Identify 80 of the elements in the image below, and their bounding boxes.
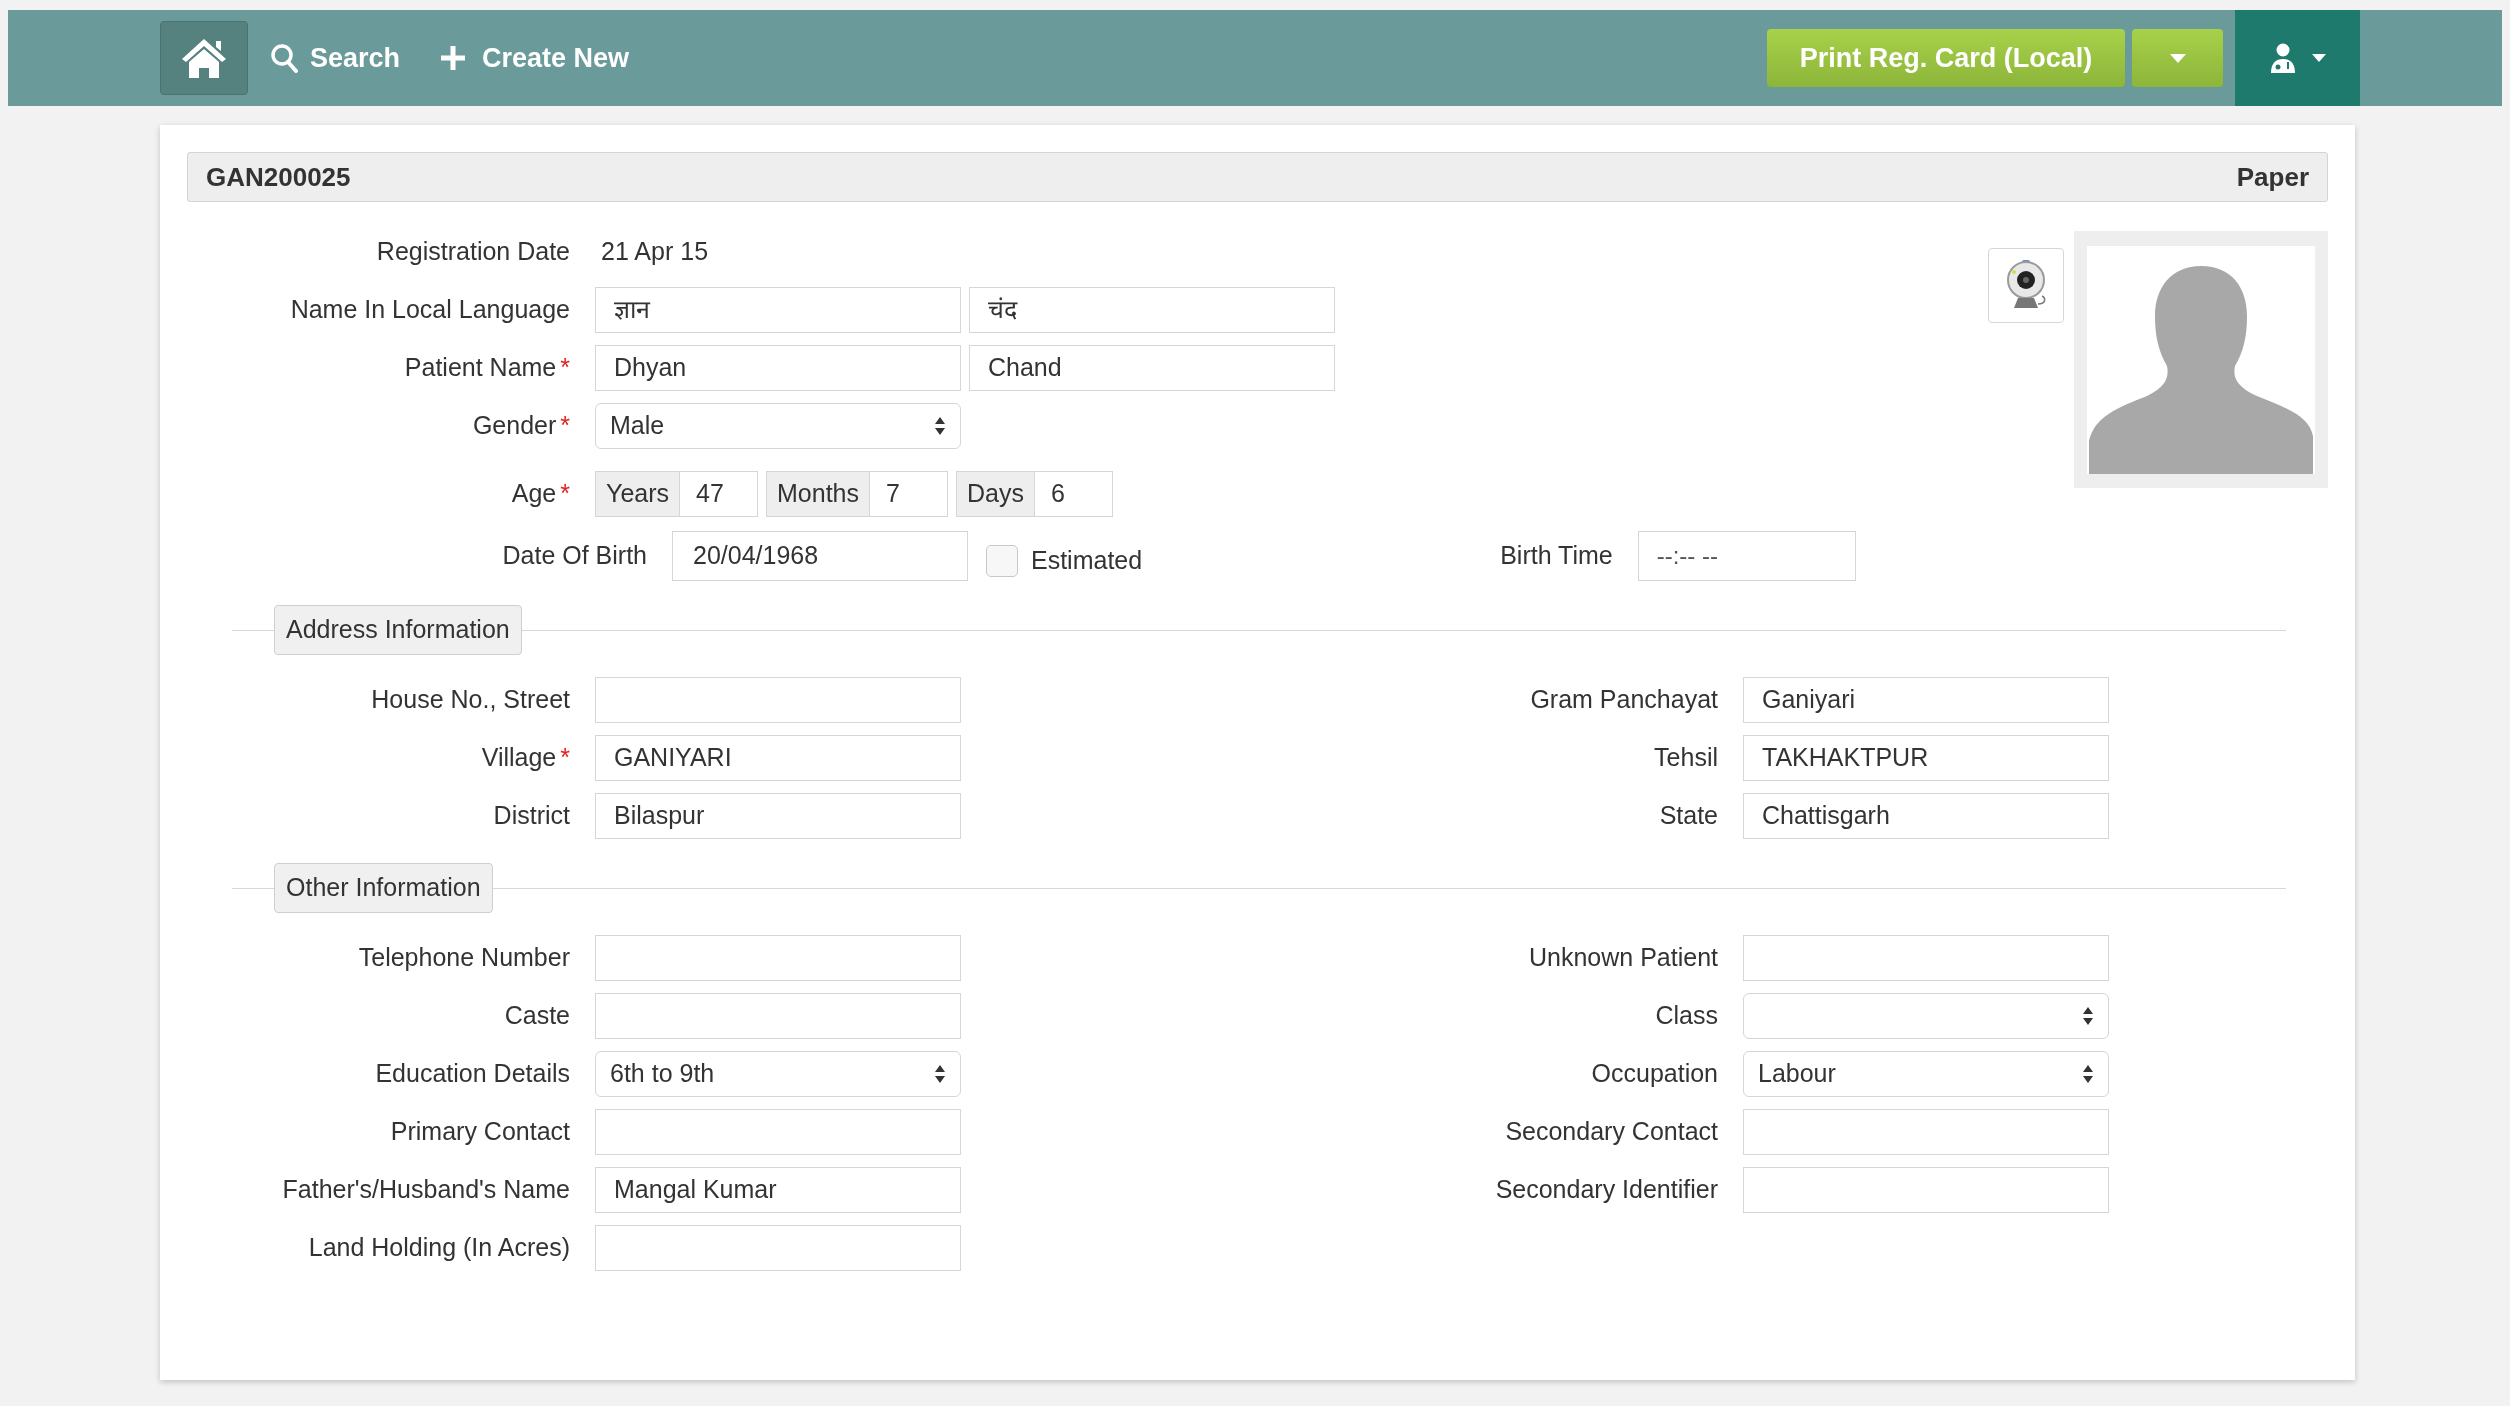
select-arrows-icon [2082, 1006, 2094, 1026]
field-label: Gram Panchayat [1530, 684, 1718, 716]
input-field[interactable] [595, 993, 961, 1039]
search-icon [270, 43, 298, 73]
field-label: Tehsil [1654, 742, 1718, 774]
section-legend: Address Information [274, 605, 522, 655]
input-field[interactable]: 20/04/1968 [672, 531, 968, 581]
field-label: Age [511, 478, 557, 510]
input-field[interactable]: Chand [969, 345, 1335, 391]
field-label: State [1659, 800, 1718, 832]
time-field[interactable]: --:-- -- [1637, 531, 1856, 581]
input-field[interactable]: 7 [870, 471, 948, 517]
unit-addon: Years [595, 471, 680, 517]
field-label: Class [1655, 1000, 1718, 1032]
field-label: Village [481, 742, 557, 774]
select-arrows-icon [934, 1064, 946, 1084]
select-field[interactable] [1743, 993, 2109, 1039]
input-field[interactable]: GANIYARI [595, 735, 961, 781]
input-field[interactable] [595, 677, 961, 723]
registration-type: Paper [2236, 160, 2309, 194]
required-mark: * [560, 478, 570, 510]
plus-icon [440, 45, 467, 71]
unit-addon: Days [956, 471, 1035, 517]
field-label: Occupation [1591, 1058, 1718, 1090]
registration-date: 21 Apr 15 [601, 236, 709, 268]
input-field[interactable]: 6 [1034, 471, 1113, 517]
field-label: Land Holding (In Acres) [308, 1232, 570, 1264]
field-label: Unknown Patient [1529, 942, 1718, 974]
input-field[interactable]: Dhyan [595, 345, 961, 391]
estimated-checkbox[interactable] [986, 545, 1018, 577]
field-label: Date Of Birth [502, 540, 647, 572]
input-field[interactable]: ज्ञान [595, 287, 961, 333]
required-mark: * [560, 352, 570, 384]
select-arrows-icon [934, 416, 946, 436]
field-label: District [493, 800, 570, 832]
required-mark: * [560, 410, 570, 442]
select-field[interactable]: Male [595, 403, 961, 449]
field-label: Telephone Number [358, 942, 570, 974]
field-label: Education Details [375, 1058, 570, 1090]
input-field[interactable]: TAKHAKTPUR [1743, 735, 2109, 781]
section-legend: Other Information [274, 863, 493, 913]
input-field[interactable] [1743, 1167, 2109, 1213]
input-field[interactable]: Mangal Kumar [595, 1167, 961, 1213]
field-label: Caste [504, 1000, 570, 1032]
select-field[interactable]: Labour [1743, 1051, 2109, 1097]
caret-icon [2169, 53, 2186, 63]
user-menu-button[interactable] [2235, 10, 2360, 106]
select-field[interactable]: 6th to 9th [595, 1051, 961, 1097]
field-label: Patient Name [404, 352, 557, 384]
field-label: Father's/Husband's Name [282, 1174, 570, 1206]
dropdown-button[interactable] [2132, 29, 2223, 87]
patient-id: GAN200025 [206, 160, 351, 194]
person-silhouette-icon [2087, 245, 2315, 474]
input-field[interactable] [595, 1109, 961, 1155]
input-field[interactable] [1743, 1109, 2109, 1155]
select-arrows-icon [2082, 1064, 2094, 1084]
doctor-icon [2269, 43, 2296, 73]
required-mark: * [560, 742, 570, 774]
webcam-button[interactable] [1988, 248, 2064, 323]
input-field[interactable] [595, 1225, 961, 1271]
input-field[interactable] [595, 935, 961, 981]
input-field[interactable]: Ganiyari [1743, 677, 2109, 723]
field-label: Name In Local Language [290, 294, 570, 326]
input-field[interactable]: Bilaspur [595, 793, 961, 839]
input-field[interactable]: चंद [969, 287, 1335, 333]
unit-addon: Months [766, 471, 870, 517]
field-label: Primary Contact [390, 1116, 570, 1148]
field-label: Gender [472, 410, 557, 442]
field-label: Registration Date [376, 236, 570, 268]
caret-icon [2311, 54, 2326, 62]
field-label: Secondary Contact [1505, 1116, 1718, 1148]
input-field[interactable]: 47 [680, 471, 758, 517]
home-icon [180, 37, 228, 79]
input-field[interactable]: Chattisgarh [1743, 793, 2109, 839]
input-field[interactable] [1743, 935, 2109, 981]
checkbox-label: Estimated [1031, 545, 1143, 577]
field-label: Secondary Identifier [1495, 1174, 1718, 1206]
field-label: Birth Time [1500, 540, 1613, 572]
home-button[interactable] [160, 21, 248, 95]
field-label: House No., Street [371, 684, 570, 716]
